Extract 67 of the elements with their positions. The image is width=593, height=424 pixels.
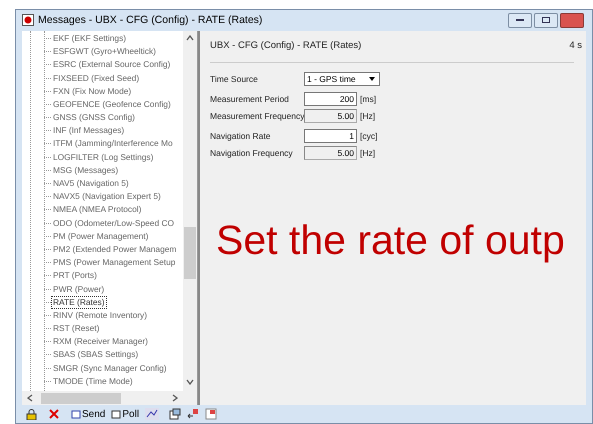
tree-item[interactable]: PMS (Power Management Setup — [51, 256, 178, 270]
tree-item[interactable]: FXN (Fix Now Mode) — [51, 84, 134, 98]
panel-icon[interactable] — [205, 408, 218, 420]
close-button[interactable] — [560, 12, 584, 28]
window-icon[interactable] — [169, 408, 182, 420]
tree-item[interactable]: RST (Reset) — [51, 322, 102, 336]
tree-item[interactable]: RXM (Receiver Manager) — [51, 335, 150, 348]
input-field[interactable]: 200 — [304, 92, 357, 106]
tree-item[interactable]: LOGFILTER (Log Settings) — [51, 150, 156, 164]
scroll-thumb[interactable] — [184, 226, 196, 279]
toolbar-icon[interactable] — [145, 408, 160, 420]
scroll-up-icon[interactable] — [186, 34, 194, 41]
tree-item[interactable]: TMODE (Time Mode) — [51, 374, 135, 388]
maximize-button[interactable] — [534, 12, 558, 28]
scroll-left-icon[interactable] — [27, 394, 33, 402]
tree-item[interactable]: ESRC (External Source Config) — [51, 58, 172, 72]
scroll-right-icon[interactable] — [172, 394, 178, 402]
scroll-thumb[interactable] — [41, 392, 121, 404]
field-label: Navigation Frequency — [210, 146, 294, 160]
vertical-scrollbar[interactable] — [183, 30, 197, 406]
tree-item[interactable]: SMGR (Sync Manager Config) — [51, 362, 169, 375]
tree-item[interactable]: PRT (Ports) — [51, 269, 99, 282]
input-field[interactable]: 1 — [304, 129, 357, 144]
back-arrow-icon[interactable] — [187, 408, 200, 420]
delete-icon[interactable] — [49, 409, 59, 420]
readonly-field: 5.00 — [304, 146, 357, 160]
tree-item[interactable]: PM (Power Management) — [51, 230, 150, 243]
tree-item[interactable]: EKF (EKF Settings) — [51, 32, 128, 45]
field-label: Measurement Frequency — [210, 110, 304, 122]
send-button[interactable]: Send — [71, 406, 106, 422]
caption-text: Set the rate of outp — [216, 220, 565, 261]
field-label: Measurement Period — [210, 92, 290, 106]
tree-item[interactable]: NAVX5 (Navigation Expert 5) — [51, 190, 163, 204]
app-icon — [22, 14, 34, 26]
horizontal-scrollbar[interactable] — [22, 391, 183, 406]
tree-item[interactable]: ITFM (Jamming/Interference Mo — [51, 137, 175, 150]
panel-heading-right: 4 s — [569, 38, 582, 53]
tree-item[interactable]: MSG (Messages) — [51, 164, 120, 177]
scroll-down-icon[interactable] — [186, 379, 194, 386]
panel-heading: UBX - CFG (Config) - RATE (Rates) — [210, 38, 362, 53]
unit-label: [ms] — [360, 92, 376, 106]
tree-item[interactable]: NMEA (NMEA Protocol) — [51, 203, 144, 216]
tree-item[interactable]: FIXSEED (Fixed Seed) — [51, 72, 142, 84]
field-label: Time Source — [210, 72, 259, 86]
tree-item[interactable]: RATE (Rates) — [51, 296, 106, 309]
tree-item[interactable]: GEOFENCE (Geofence Config) — [51, 98, 173, 111]
tree-item[interactable]: RINV (Remote Inventory) — [51, 308, 150, 322]
unit-label: [Hz] — [360, 110, 376, 122]
minimize-button[interactable] — [508, 12, 532, 28]
tree-item[interactable]: NAV5 (Navigation 5) — [51, 177, 131, 190]
readonly-field: 5.00 — [304, 109, 357, 124]
tree-item[interactable]: INF (Inf Messages) — [51, 124, 126, 138]
document-icon — [111, 409, 122, 420]
field-label: Navigation Rate — [210, 130, 272, 142]
lock-icon[interactable] — [26, 408, 37, 420]
window-title: Messages - UBX - CFG (Config) - RATE (Rates) — [38, 12, 262, 28]
tree-item[interactable]: ESFGWT (Gyro+Wheeltick) — [51, 45, 158, 58]
time-source-dropdown[interactable]: 1 - GPS time — [304, 72, 380, 86]
tree-item[interactable]: SBAS (SBAS Settings) — [51, 348, 140, 362]
poll-button[interactable]: Poll — [111, 406, 140, 422]
document-icon — [71, 409, 81, 420]
tree-item[interactable]: GNSS (GNSS Config) — [51, 111, 137, 124]
tree-item[interactable]: ODO (Odometer/Low-Speed CO — [51, 216, 176, 230]
tree-item[interactable]: PWR (Power) — [51, 282, 106, 296]
unit-label: [Hz] — [360, 146, 376, 160]
tree-item[interactable]: PM2 (Extended Power Managem — [51, 242, 178, 256]
unit-label: [cyc] — [360, 130, 378, 142]
